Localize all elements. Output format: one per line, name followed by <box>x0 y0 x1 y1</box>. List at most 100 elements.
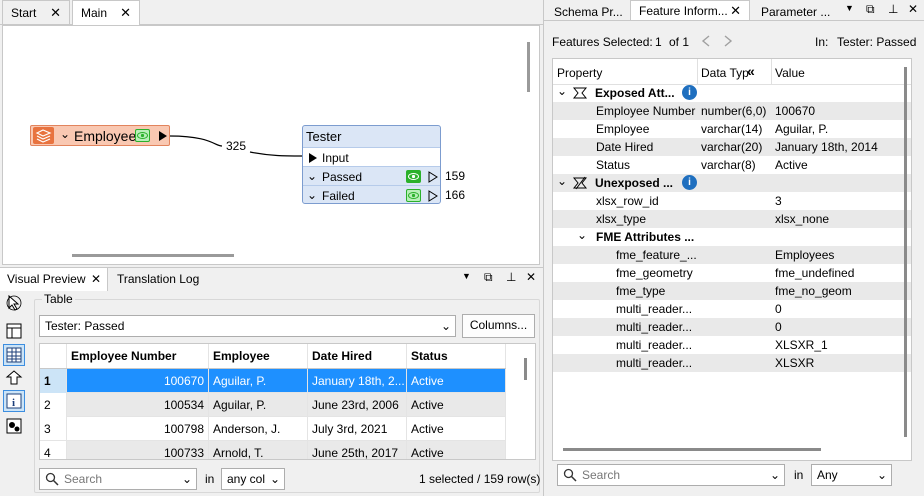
geometry-view-icon[interactable] <box>5 368 23 386</box>
select-pointer-icon[interactable] <box>5 294 23 312</box>
property-row[interactable]: Employee varchar(14) Aguilar, P. <box>553 120 911 138</box>
property-row[interactable]: multi_reader... 0 <box>553 318 911 336</box>
display-control-icon[interactable] <box>5 322 23 340</box>
next-feature-icon[interactable] <box>722 34 734 48</box>
chevron-down-icon[interactable]: ⌄ <box>307 166 317 186</box>
tree-horizontal-scrollbar[interactable] <box>563 448 821 451</box>
cell-date: June 23rd, 2006 <box>308 393 407 417</box>
group-fme-attributes[interactable]: ⌄ FME Attributes ... <box>553 228 911 246</box>
features-selected-label: Features Selected: <box>552 35 653 49</box>
filter-in-label: in <box>794 468 804 482</box>
cell-status: Active <box>407 441 506 459</box>
eye-icon[interactable] <box>406 170 421 183</box>
float-icon[interactable]: ⧉ <box>866 2 875 17</box>
property-row[interactable]: Date Hired varchar(20) January 18th, 201… <box>553 138 911 156</box>
eye-icon[interactable] <box>406 189 421 202</box>
column-header[interactable]: Employee <box>209 344 308 368</box>
feature-info-icon[interactable]: i <box>3 390 25 412</box>
connection-line <box>249 151 303 157</box>
property-row[interactable]: xlsx_type xlsx_none <box>553 210 911 228</box>
table-scrollbar[interactable] <box>524 358 527 380</box>
chevron-down-icon[interactable]: ⌄ <box>557 172 567 190</box>
tree-vertical-scrollbar[interactable] <box>904 67 907 437</box>
input-port[interactable]: Input <box>303 147 440 167</box>
tab-feature-information[interactable]: Feature Inform... ✕ <box>630 0 750 20</box>
chevron-down-icon[interactable]: ⌄ <box>577 226 587 244</box>
close-icon[interactable]: ✕ <box>908 2 918 16</box>
header-data-type[interactable]: Data Typ <box>701 66 749 80</box>
table-row[interactable]: 1 100670 Aguilar, P. January 18th, 2... … <box>40 369 506 393</box>
property-row[interactable]: multi_reader... 0 <box>553 300 911 318</box>
property-row[interactable]: fme_type fme_no_geom <box>553 282 911 300</box>
property-row[interactable]: xlsx_row_id 3 <box>553 192 911 210</box>
property-name: multi_reader... <box>616 302 693 316</box>
search-placeholder: Search <box>582 468 621 482</box>
property-row[interactable]: multi_reader... XLSXR_1 <box>553 336 911 354</box>
filter-select[interactable]: Any ⌄ <box>811 464 892 486</box>
property-row[interactable]: Employee Number number(6,0) 100670 <box>553 102 911 120</box>
pin-icon[interactable]: ⊥ <box>506 270 516 284</box>
tester-transformer[interactable]: Tester Input ⌄ Passed ⌄ Failed <box>302 125 441 204</box>
chevron-down-icon[interactable]: ⌄ <box>770 465 780 485</box>
close-icon[interactable]: ✕ <box>526 270 536 284</box>
header-divider <box>697 59 698 85</box>
chevron-down-icon[interactable]: ⌄ <box>557 82 567 100</box>
property-row[interactable]: fme_feature_... Employees <box>553 246 911 264</box>
chevron-down-icon[interactable]: ⌄ <box>182 469 192 489</box>
cell-number: 100670 <box>67 369 209 393</box>
column-filter-select[interactable]: any col ⌄ <box>221 468 285 490</box>
header-value[interactable]: Value <box>775 66 805 80</box>
group-unexposed[interactable]: ⌄ Unexposed ... i <box>553 174 911 192</box>
table-group-label: Table <box>42 292 75 306</box>
panel-menu-icon[interactable]: ▼ <box>845 3 854 13</box>
reader-employees[interactable]: ⌄ Employees <box>30 125 170 146</box>
property-row[interactable]: fme_geometry fme_undefined <box>553 264 911 282</box>
pin-icon[interactable]: ⊥ <box>888 2 898 16</box>
cell-status: Active <box>407 369 506 393</box>
info-icon[interactable]: i <box>682 175 697 190</box>
passed-port[interactable]: ⌄ Passed <box>303 166 440 186</box>
chevron-down-icon: ⌄ <box>440 319 451 333</box>
table-row[interactable]: 3 100798 Anderson, J. July 3rd, 2021 Act… <box>40 417 506 441</box>
group-label: Exposed Att... <box>595 86 675 100</box>
property-row[interactable]: Status varchar(8) Active <box>553 156 911 174</box>
property-value: xlsx_none <box>775 212 830 226</box>
group-exposed[interactable]: ⌄ Exposed Att... i <box>553 84 911 102</box>
info-icon[interactable]: i <box>682 85 697 100</box>
property-row[interactable]: multi_reader... XLSXR <box>553 354 911 372</box>
table-search[interactable]: Search ⌄ <box>39 468 197 490</box>
output-arrow-icon[interactable] <box>157 130 169 142</box>
tab-label: Schema Pr... <box>554 5 623 19</box>
tab-translation-log[interactable]: Translation Log <box>117 268 199 291</box>
chevron-down-icon[interactable]: ⌄ <box>60 127 70 141</box>
eye-icon[interactable] <box>135 129 150 142</box>
float-icon[interactable]: ⧉ <box>484 270 493 285</box>
collapse-column-icon[interactable]: « <box>747 63 755 79</box>
cell-date: June 25th, 2017 <box>308 441 407 459</box>
column-header[interactable]: Status <box>407 344 506 368</box>
property-value: Employees <box>775 248 835 262</box>
previous-feature-icon[interactable] <box>700 34 712 48</box>
table-row[interactable]: 2 100534 Aguilar, P. June 23rd, 2006 Act… <box>40 393 506 417</box>
columns-button[interactable]: Columns... <box>462 314 535 338</box>
search-icon <box>45 472 59 486</box>
header-property[interactable]: Property <box>557 66 602 80</box>
feature-search[interactable]: Search ⌄ <box>557 464 785 486</box>
chevron-down-icon[interactable]: ⌄ <box>307 185 317 203</box>
column-header[interactable]: Employee Number <box>67 344 209 368</box>
column-header[interactable]: Date Hired <box>308 344 407 368</box>
table-row[interactable]: 4 100733 Arnold, T. June 25th, 2017 Acti… <box>40 441 506 459</box>
tab-visual-preview[interactable]: Visual Preview ✕ <box>0 268 108 291</box>
feature-index: 1 <box>655 35 662 49</box>
cell-status: Active <box>407 393 506 417</box>
panel-menu-icon[interactable]: ▼ <box>462 271 471 281</box>
inspect-icon[interactable] <box>5 417 23 435</box>
table-select[interactable]: Tester: Passed ⌄ <box>39 315 456 337</box>
close-icon[interactable]: ✕ <box>730 1 741 21</box>
output-arrow-icon[interactable] <box>427 171 439 183</box>
close-icon[interactable]: ✕ <box>91 268 101 291</box>
output-arrow-icon[interactable] <box>427 190 439 202</box>
data-table: Employee Number Employee Date Hired Stat… <box>39 343 536 460</box>
table-view-icon[interactable] <box>3 344 25 366</box>
failed-port[interactable]: ⌄ Failed <box>303 185 440 203</box>
